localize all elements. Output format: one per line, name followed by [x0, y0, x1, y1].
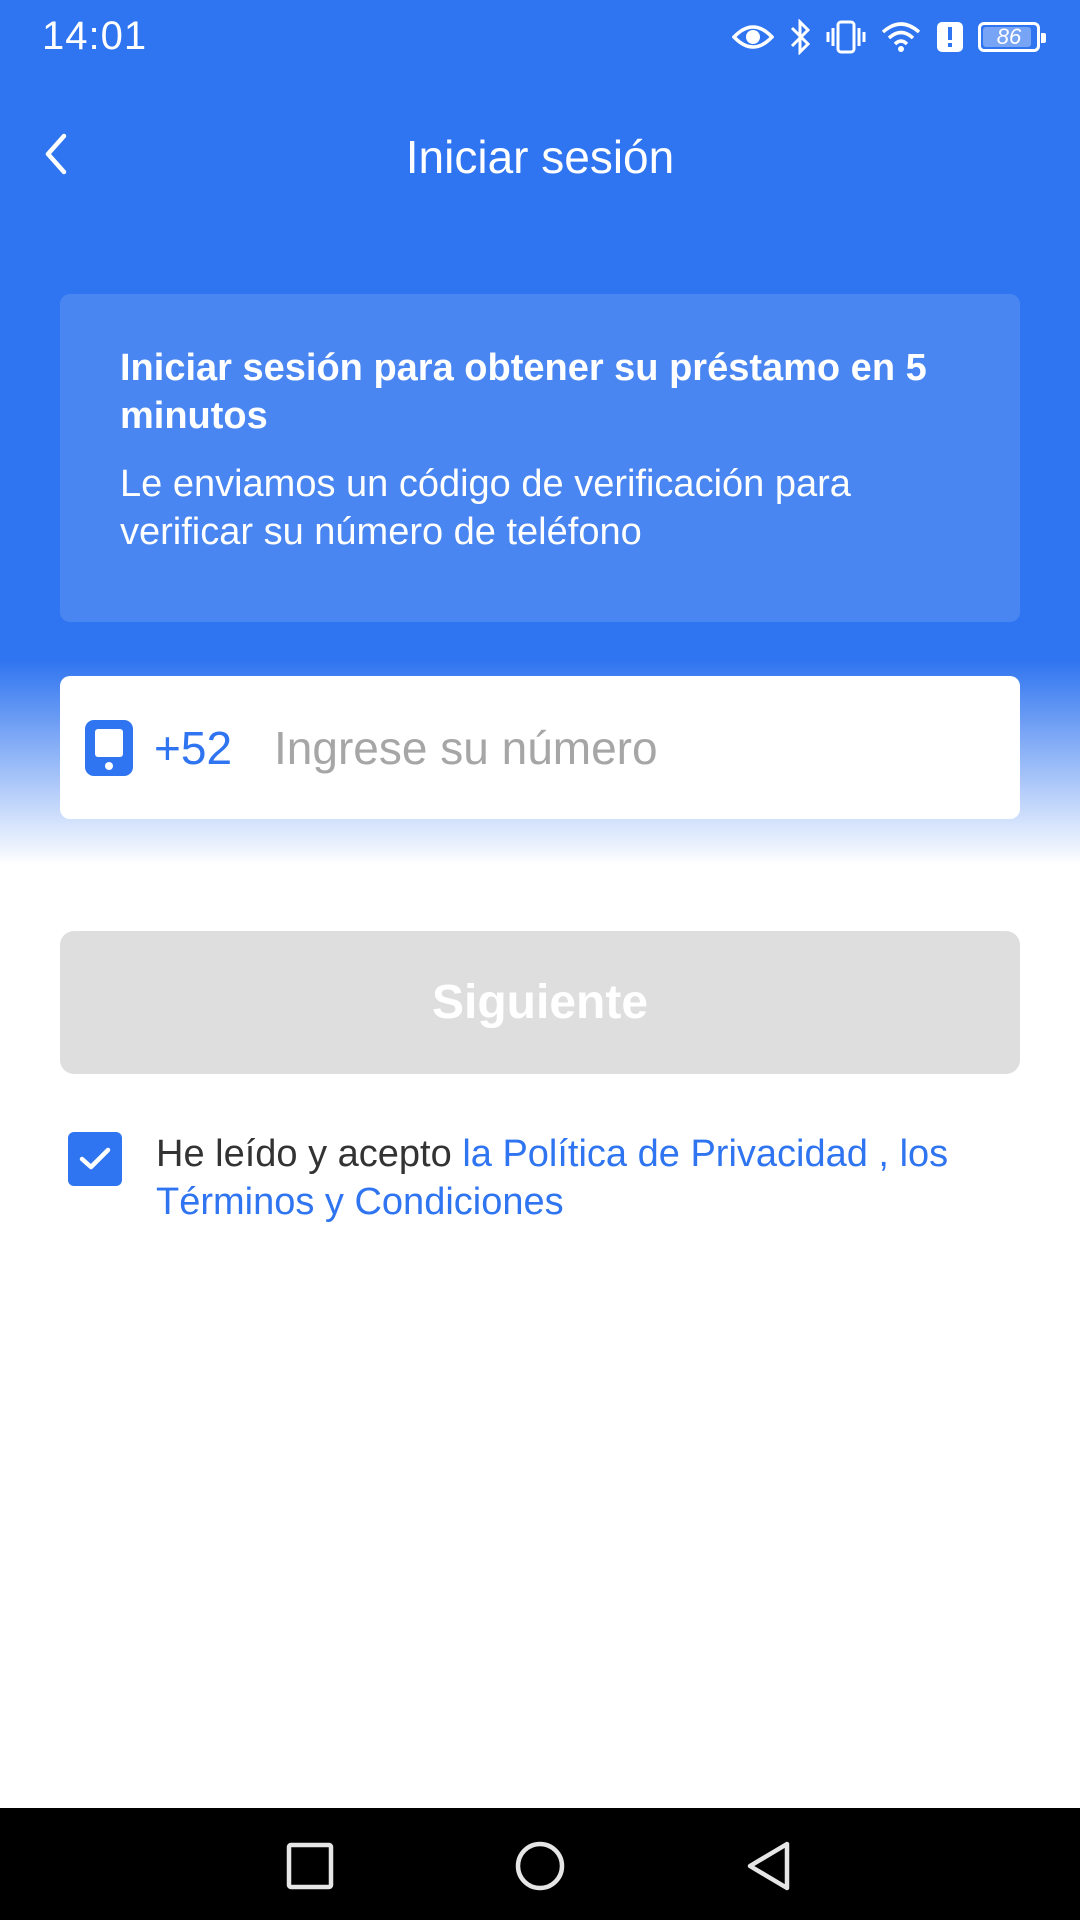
square-icon [286, 1842, 334, 1890]
triangle-back-icon [747, 1841, 790, 1891]
eye-icon [732, 22, 774, 52]
agreement-text: He leído y acepto la Política de Privaci… [156, 1130, 1016, 1226]
nav-header: Iniciar sesión [0, 110, 1080, 210]
page-title: Iniciar sesión [405, 131, 675, 183]
checkmark-icon [79, 1147, 111, 1170]
recents-button[interactable] [282, 1838, 338, 1894]
android-nav-bar [0, 1808, 1080, 1920]
privacy-policy-link[interactable]: la Política de Privacidad [462, 1133, 868, 1175]
wifi-icon [880, 20, 922, 54]
battery-level: 86 [996, 24, 1022, 49]
info-heading: Iniciar sesión para obtener su préstamo … [120, 347, 927, 437]
phone-field[interactable]: +52 [60, 676, 1020, 819]
vibrate-icon [826, 20, 866, 54]
next-button[interactable]: Siguiente [60, 931, 1020, 1074]
country-code[interactable]: +52 [154, 721, 232, 775]
agree-checkbox[interactable] [68, 1132, 122, 1186]
nav-back-button[interactable] [742, 1838, 798, 1894]
alert-icon [936, 20, 964, 54]
phone-number-input[interactable] [274, 720, 935, 775]
agreement-prefix: He leído y acepto [156, 1133, 463, 1175]
info-body: Le enviamos un código de verificación pa… [120, 463, 851, 553]
circle-icon [515, 1841, 565, 1891]
agreement-separator: , [867, 1133, 900, 1175]
status-bar: 14:01 86 [0, 0, 1080, 76]
battery-icon: 86 [978, 22, 1046, 52]
status-time: 14:01 [42, 14, 148, 58]
bluetooth-icon [788, 19, 812, 55]
info-card: Iniciar sesión para obtener su préstamo … [60, 294, 1020, 622]
phone-icon [85, 719, 133, 776]
home-button[interactable] [512, 1838, 568, 1894]
status-icons: 86 [732, 16, 1046, 58]
